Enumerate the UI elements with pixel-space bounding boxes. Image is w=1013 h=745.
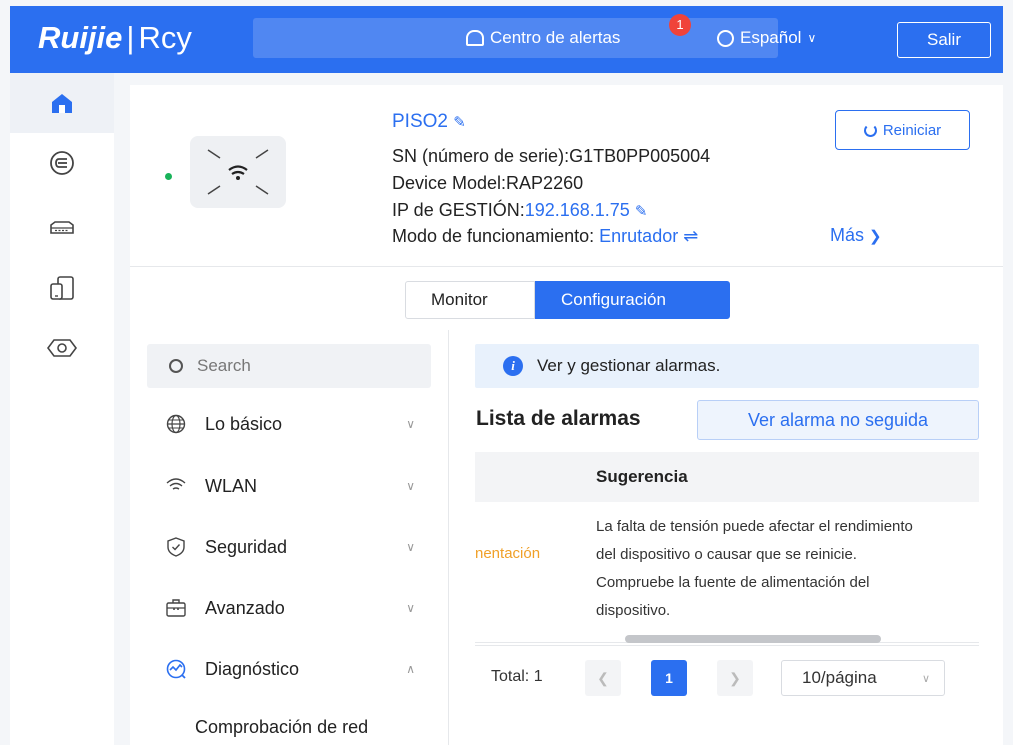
chevron-down-icon: ∨ xyxy=(406,601,415,615)
nav-home[interactable] xyxy=(10,73,114,133)
nav-gateway[interactable] xyxy=(10,318,114,378)
brand-logo: Ruijie | Rcy xyxy=(38,20,192,55)
nav-devices[interactable] xyxy=(10,258,114,318)
toolbox-icon xyxy=(166,599,186,617)
edit-pencil-icon[interactable]: ✎ xyxy=(453,114,466,131)
page-size-value: 10/página xyxy=(802,668,877,687)
chevron-left-icon: ❮ xyxy=(597,670,609,686)
logout-button[interactable]: Salir xyxy=(897,22,991,58)
view-tabs: Monitor Configuración xyxy=(405,281,730,319)
alarm-suggestion-cell: La falta de tensión puede afectar el ren… xyxy=(596,518,913,619)
main-panel: PISO2 ✎ SN (número de serie):G1TB0PP0050… xyxy=(130,85,1003,745)
submenu-network-check[interactable]: Comprobación de red xyxy=(195,717,368,738)
table-bottom-line xyxy=(475,645,979,646)
ip-value[interactable]: 192.168.1.75 xyxy=(525,200,630,220)
chevron-down-icon: ∨ xyxy=(406,540,415,554)
globe-icon xyxy=(166,414,186,434)
menu-item-security[interactable]: Seguridad ∨ xyxy=(165,532,415,562)
info-icon: i xyxy=(503,356,523,376)
chevron-down-icon: ∨ xyxy=(406,417,415,431)
table-header xyxy=(475,452,979,502)
reboot-label: Reiniciar xyxy=(882,121,942,139)
language-label: Español xyxy=(740,28,802,47)
device-image xyxy=(190,136,286,208)
switch-icon xyxy=(50,221,74,234)
menu-item-advanced[interactable]: Avanzado ∨ xyxy=(165,593,415,623)
switch-arrows-icon: ⇌ xyxy=(683,226,699,246)
wifi-icon xyxy=(166,478,186,490)
router-icon xyxy=(50,151,74,175)
device-serial: SN (número de serie):G1TB0PP005004 xyxy=(392,146,711,166)
reboot-button[interactable]: Reiniciar xyxy=(835,110,970,150)
pagination-total: Total: 1 xyxy=(491,668,543,685)
home-icon xyxy=(52,94,72,113)
alarm-list-title: Lista de alarmas xyxy=(476,407,641,430)
nav-switch[interactable] xyxy=(10,198,114,258)
mode-label: Modo de funcionamiento: xyxy=(392,226,595,246)
ip-label: IP de GESTIÓN: xyxy=(392,200,525,220)
language-selector[interactable]: Español ∨ xyxy=(717,28,816,48)
menu-label-basics: Lo básico xyxy=(205,413,283,434)
menu-search-input[interactable]: Search xyxy=(147,344,431,388)
device-model: Device Model:RAP2260 xyxy=(392,173,584,193)
bell-icon xyxy=(466,30,484,46)
alarm-type-cell: nentación xyxy=(475,545,541,562)
nav-router[interactable] xyxy=(10,133,114,193)
chevron-down-icon: ∨ xyxy=(921,672,930,685)
search-icon xyxy=(169,359,183,373)
left-nav xyxy=(10,73,114,745)
info-banner: i Ver y gestionar alarmas. xyxy=(475,344,979,388)
alerts-center-button[interactable]: Centro de alertas xyxy=(466,28,620,48)
menu-label-diagnostics: Diagnóstico xyxy=(205,658,300,679)
menu-item-wlan[interactable]: WLAN ∨ xyxy=(165,471,415,501)
top-bar: Ruijie | Rcy Centro de alertas 1 Español ∨… xyxy=(10,6,1003,73)
edit-ip-icon[interactable]: ✎ xyxy=(635,203,648,220)
pagination-page-button[interactable]: 1 xyxy=(651,660,687,696)
pagination-next-button[interactable]: ❯ xyxy=(717,660,753,696)
chevron-right-icon: ❯ xyxy=(729,670,741,686)
menu-label-wlan: WLAN xyxy=(205,475,258,496)
info-text: Ver y gestionar alarmas. xyxy=(537,356,721,375)
pagination-prev-button[interactable]: ❮ xyxy=(585,660,621,696)
chevron-down-icon: ∨ xyxy=(807,31,817,45)
gateway-icon xyxy=(47,339,77,357)
alerts-label: Centro de alertas xyxy=(490,28,621,47)
online-status-dot xyxy=(165,173,172,180)
chevron-up-icon: ∧ xyxy=(406,662,415,676)
section-divider xyxy=(130,266,1003,267)
menu-item-diagnostics[interactable]: Diagnóstico ∧ xyxy=(165,654,415,684)
search-placeholder: Search xyxy=(197,356,251,375)
devices-icon xyxy=(50,276,74,300)
menu-item-basics[interactable]: Lo básico ∨ xyxy=(165,409,415,439)
page-size-select[interactable]: 10/página ∨ xyxy=(781,660,945,696)
chevron-right-icon: ❯ xyxy=(869,228,882,245)
view-unfollowed-alarms-button[interactable]: Ver alarma no seguida xyxy=(697,400,979,440)
menu-label-advanced: Avanzado xyxy=(205,597,285,618)
alerts-count-badge: 1 xyxy=(669,14,691,36)
column-header-suggestion: Sugerencia xyxy=(596,467,688,486)
language-globe-icon xyxy=(717,29,734,47)
mode-value-link[interactable]: Enrutador ⇌ xyxy=(599,226,698,246)
chevron-down-icon: ∨ xyxy=(406,479,415,493)
column-divider xyxy=(448,330,449,745)
power-icon xyxy=(863,123,877,137)
tab-configuration[interactable]: Configuración xyxy=(535,281,730,319)
diagnostics-icon xyxy=(166,659,186,679)
device-mode: Modo de funcionamiento: Enrutador ⇌ xyxy=(392,226,698,247)
device-name[interactable]: PISO2 ✎ xyxy=(392,111,466,133)
more-link[interactable]: Más ❯ xyxy=(830,225,882,246)
table-scrollbar-thumb[interactable] xyxy=(625,635,881,643)
shield-icon xyxy=(167,537,185,557)
tab-monitor[interactable]: Monitor xyxy=(405,281,535,319)
access-point-icon xyxy=(207,149,269,195)
menu-label-security: Seguridad xyxy=(205,536,288,557)
device-ip: IP de GESTIÓN:192.168.1.75 ✎ xyxy=(392,200,647,221)
